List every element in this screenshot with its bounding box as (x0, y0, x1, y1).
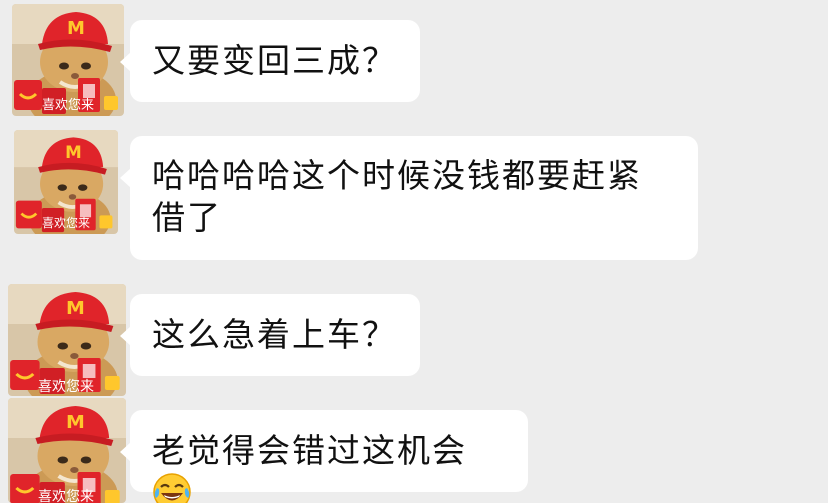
message-bubble[interactable]: 哈哈哈哈这个时候没钱都要赶紧借了 (120, 136, 698, 260)
message-row: 喜欢您来 又要变回三成？ (0, 4, 828, 116)
avatar-caption: 喜欢您来 (42, 98, 95, 113)
chat-window: 喜欢您来 又要变回三成？ 喜欢您来 哈哈哈哈这个时候没钱都要赶紧借了 喜欢您来 … (0, 0, 828, 503)
message-row: 喜欢您来 哈哈哈哈这个时候没钱都要赶紧借了 (0, 130, 828, 265)
message-text: 这么急着上车？ (152, 315, 397, 354)
avatar[interactable]: 喜欢您来 (12, 4, 124, 116)
message-text: 哈哈哈哈这个时候没钱都要赶紧借了 (152, 156, 642, 237)
avatar-caption: 喜欢您来 (38, 379, 94, 395)
message-bubble[interactable]: 又要变回三成？ (120, 20, 420, 102)
avatar[interactable]: 喜欢您来 (8, 284, 126, 396)
message-text: 又要变回三成？ (152, 41, 397, 80)
message-row: 喜欢您来 老觉得会错过这机会 (0, 398, 828, 503)
message-bubble[interactable]: 老觉得会错过这机会 (120, 410, 528, 492)
avatar-caption: 喜欢您来 (42, 216, 91, 230)
message-row: 喜欢您来 这么急着上车？ (0, 284, 828, 396)
laughing-crying-emoji-icon (152, 472, 192, 503)
message-text: 老觉得会错过这机会 (152, 431, 467, 470)
avatar-caption: 喜欢您来 (38, 489, 94, 503)
avatar[interactable]: 喜欢您来 (14, 130, 118, 234)
avatar[interactable]: 喜欢您来 (8, 398, 126, 503)
message-bubble[interactable]: 这么急着上车？ (120, 294, 420, 376)
